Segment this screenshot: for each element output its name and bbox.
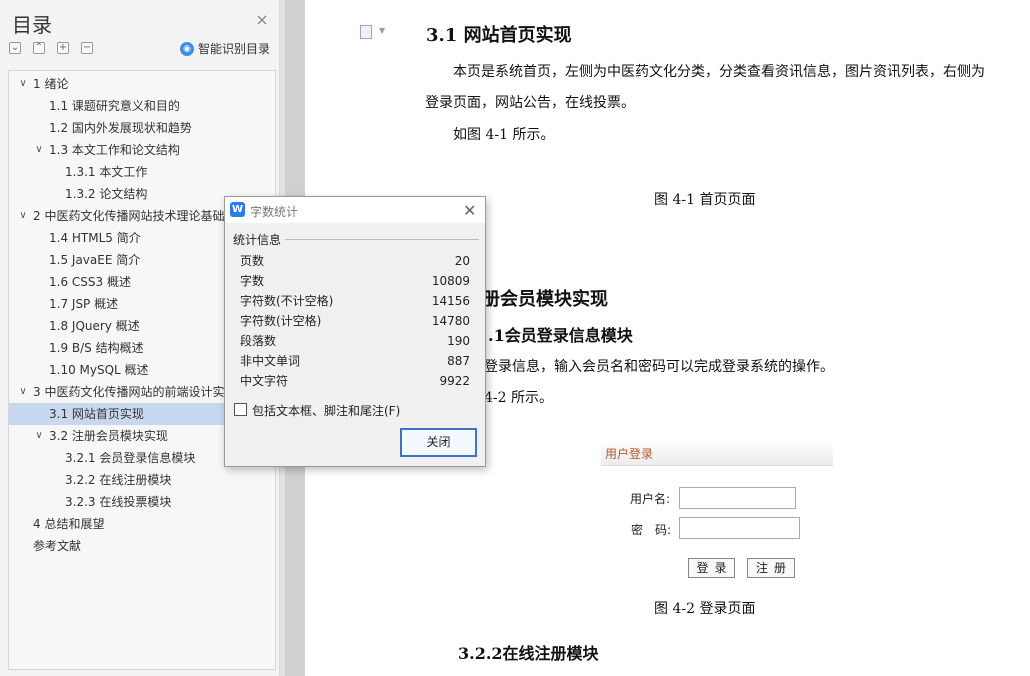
toc-item-label: 1.3.2 论文结构 <box>65 187 148 201</box>
chevron-down-icon[interactable]: ∨ <box>33 425 45 447</box>
divider <box>285 239 479 240</box>
paragraph-line: 本页是系统首页，左侧为中医药文化分类，分类查看资讯信息，图片资讯列表，右侧为 <box>453 64 985 80</box>
paragraph-line: 4-2 所示。 <box>484 390 553 406</box>
stat-row: 字符数(不计空格) 14156 <box>240 291 470 311</box>
stat-row: 非中文单词 887 <box>240 351 470 371</box>
toc-item[interactable]: 4 总结和展望 <box>9 513 275 535</box>
toc-item-label: 1.1 课题研究意义和目的 <box>49 99 180 113</box>
register-button: 注册 <box>747 558 795 578</box>
toc-item-label: 3.1 网站首页实现 <box>49 407 144 421</box>
toc-item-label: 1.7 JSP 概述 <box>49 297 119 311</box>
toc-item-label: 3 中医药文化传播网站的前端设计实现 <box>33 385 237 399</box>
toc-item[interactable]: 3.2.2 在线注册模块 <box>9 469 275 491</box>
toc-item-label: 1.5 JavaEE 简介 <box>49 253 141 267</box>
dialog-titlebar[interactable]: W 字数统计 ✕ <box>225 197 485 223</box>
stat-row: 字符数(计空格) 14780 <box>240 311 470 331</box>
smart-toc-button[interactable]: ◉ 智能识别目录 <box>180 40 270 57</box>
chevron-down-icon[interactable]: ∨ <box>17 381 29 403</box>
remove-heading-icon[interactable]: − <box>81 42 93 54</box>
wps-logo-icon: W <box>230 202 245 217</box>
toc-item[interactable]: 1.3.1 本文工作 <box>9 161 275 183</box>
toc-title: 目录 <box>12 13 52 37</box>
add-heading-icon[interactable]: + <box>57 42 69 54</box>
stat-row: 段落数 190 <box>240 331 470 351</box>
toc-item[interactable]: 1.1 课题研究意义和目的 <box>9 95 275 117</box>
stat-label: 段落数 <box>240 334 277 348</box>
heading-3-2: 册会员模块实现 <box>482 289 608 310</box>
close-button[interactable]: 关闭 <box>400 428 477 457</box>
chevron-down-icon[interactable]: ∨ <box>17 73 29 95</box>
toc-item-label: 3.2.3 在线投票模块 <box>65 495 172 509</box>
figure-caption: 图 4-1 首页页面 <box>654 192 756 208</box>
heading-3-2-2: 3.2.2在线注册模块 <box>458 644 599 663</box>
figure-caption: 图 4-2 登录页面 <box>654 601 756 617</box>
stat-value: 20 <box>454 254 470 268</box>
password-field <box>679 517 800 539</box>
toc-item-label: 3.2.2 在线注册模块 <box>65 473 172 487</box>
toc-item[interactable]: 参考文献 <box>9 535 275 557</box>
login-header: 用户登录 <box>601 440 833 466</box>
stat-value: 9922 <box>439 374 470 388</box>
heading-3-2-1: .1会员登录信息模块 <box>488 326 633 345</box>
include-textbox-checkbox[interactable] <box>234 403 247 416</box>
toc-item-label: 2 中医药文化传播网站技术理论基础 <box>33 209 225 223</box>
toc-item-label: 1 绪论 <box>33 77 69 91</box>
username-field <box>679 487 796 509</box>
stat-label: 字符数(不计空格) <box>240 294 334 308</box>
include-textbox-label[interactable]: 包括文本框、脚注和尾注(F) <box>252 402 400 419</box>
stat-label: 字符数(计空格) <box>240 314 322 328</box>
smart-toc-icon: ◉ <box>180 41 194 56</box>
toc-item-label: 4 总结和展望 <box>33 517 105 531</box>
toc-item[interactable]: 3.2.3 在线投票模块 <box>9 491 275 513</box>
stat-value: 14780 <box>431 314 470 328</box>
toc-item-label: 1.6 CSS3 概述 <box>49 275 131 289</box>
stat-label: 非中文单词 <box>240 354 301 368</box>
close-icon[interactable]: ✕ <box>463 201 476 220</box>
toc-item-label: 3.2 注册会员模块实现 <box>49 429 168 443</box>
toc-item-label: 1.3.1 本文工作 <box>65 165 148 179</box>
toc-item-label: 3.2.1 会员登录信息模块 <box>65 451 196 465</box>
stat-row: 字数 10809 <box>240 271 470 291</box>
page-icon[interactable] <box>360 25 372 39</box>
toc-item-label: 1.3 本文工作和论文结构 <box>49 143 180 157</box>
login-header-text: 用户登录 <box>605 447 654 461</box>
paragraph-line: 登录信息，输入会员名和密码可以完成登录系统的操作。 <box>484 359 834 375</box>
paragraph-line: 如图 4-1 所示。 <box>453 127 555 143</box>
stat-value: 10809 <box>431 274 470 288</box>
toc-item-label: 1.8 JQuery 概述 <box>49 319 140 333</box>
expand-all-icon[interactable]: ⌄ <box>9 42 21 54</box>
paragraph-line: 登录页面，网站公告，在线投票。 <box>425 95 635 111</box>
stat-label: 中文字符 <box>240 374 289 388</box>
stat-row: 中文字符 9922 <box>240 371 470 391</box>
stat-value: 887 <box>447 354 470 368</box>
toc-item-label: 1.2 国内外发展现状和趋势 <box>49 121 192 135</box>
chevron-down-icon[interactable]: ▼ <box>379 26 385 35</box>
stat-label: 页数 <box>240 254 265 268</box>
word-count-dialog: W 字数统计 ✕ 统计信息 页数 20 字数 10809 字符数(不计空格) 14156 字… <box>224 196 486 467</box>
username-label: 用户名: <box>630 492 671 506</box>
toc-item-label: 1.4 HTML5 简介 <box>49 231 141 245</box>
heading-3-1: 3.1 网站首页实现 <box>426 25 572 46</box>
toc-item-label: 1.10 MySQL 概述 <box>49 363 149 377</box>
stat-row: 页数 20 <box>240 251 470 271</box>
chevron-down-icon[interactable]: ∨ <box>17 205 29 227</box>
close-icon[interactable]: × <box>254 12 270 28</box>
toc-item-label: 1.9 B/S 结构概述 <box>49 341 144 355</box>
dialog-title: 字数统计 <box>250 205 299 219</box>
stats-section-label: 统计信息 <box>233 233 282 247</box>
smart-toc-label: 智能识别目录 <box>198 42 271 56</box>
toc-item-label: 参考文献 <box>33 539 82 553</box>
chevron-down-icon[interactable]: ∨ <box>33 139 45 161</box>
toc-item[interactable]: ∨ 1 绪论 <box>9 73 275 95</box>
stat-label: 字数 <box>240 274 265 288</box>
login-button: 登录 <box>688 558 735 578</box>
collapse-all-icon[interactable]: ⌃ <box>33 42 45 54</box>
stat-value: 14156 <box>431 294 470 308</box>
login-figure: 用户登录 用户名: 密 码: 登录 注册 <box>601 440 833 585</box>
toc-item[interactable]: ∨ 1.3 本文工作和论文结构 <box>9 139 275 161</box>
stat-value: 190 <box>447 334 470 348</box>
toc-item[interactable]: 1.2 国内外发展现状和趋势 <box>9 117 275 139</box>
password-label: 密 码: <box>631 523 672 537</box>
